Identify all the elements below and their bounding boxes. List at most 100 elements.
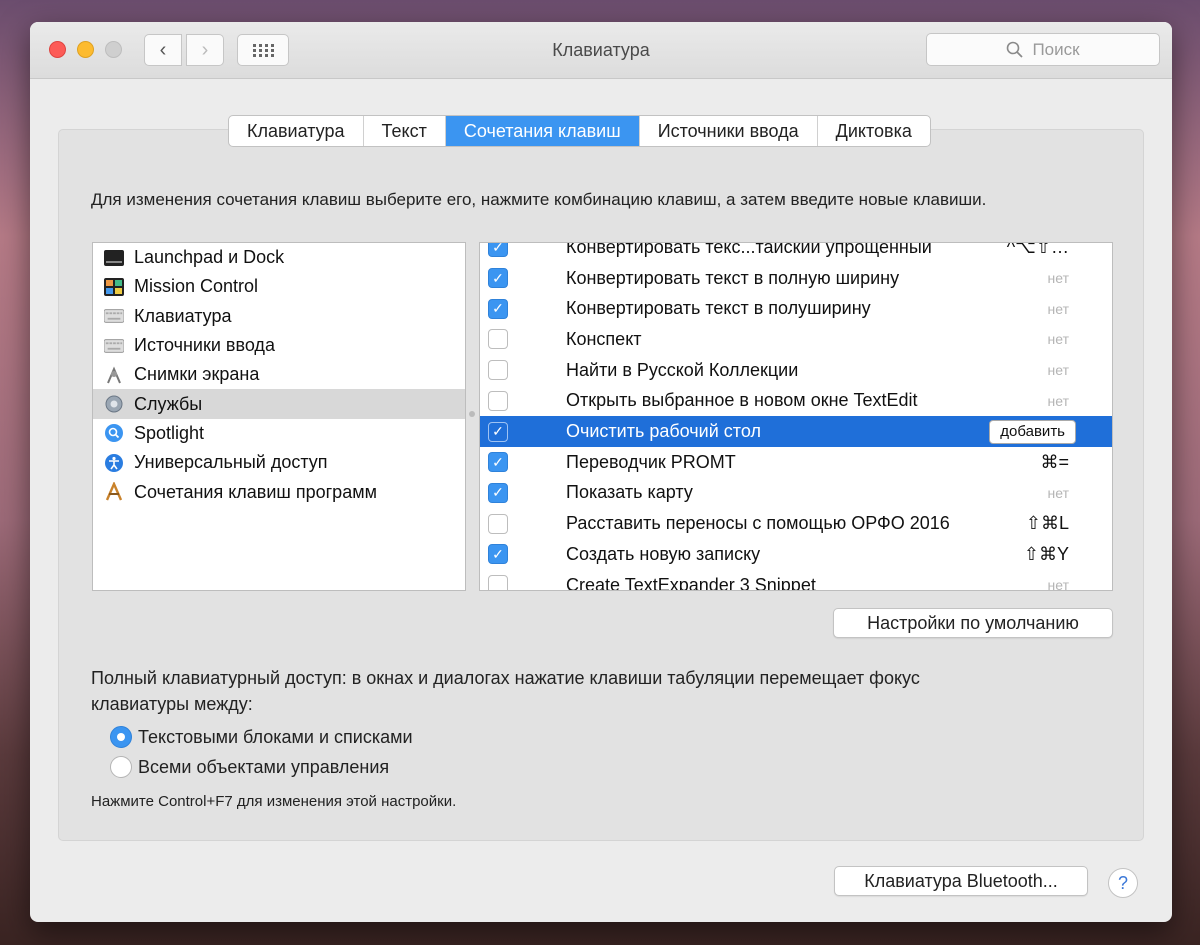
category-item[interactable]: Launchpad и Dock [93,243,465,272]
shortcut-row[interactable]: ✓ Конвертировать текс...таиский упрощенны… [480,242,1112,263]
shortcut-checkbox[interactable] [488,575,508,590]
shortcut-label: Очистить рабочий стол [566,421,761,442]
shortcut-key[interactable]: нет [1048,485,1069,501]
shortcut-list[interactable]: ✓ Конвертировать текс...таиский упрощенны… [479,242,1113,591]
question-icon: ? [1117,872,1128,893]
launchpad-icon [104,248,124,268]
shortcut-checkbox[interactable] [488,390,508,411]
shortcut-label: Конспект [566,328,642,349]
shortcut-key[interactable]: ^⌥⇧… [1007,243,1069,258]
shortcut-checkbox[interactable] [488,360,508,381]
category-label: Сочетания клавиш программ [134,481,377,502]
shortcut-row[interactable]: Расставить переносы с помощью ОРФО 2016 ⇧… [480,508,1112,539]
checkmark-icon: ✓ [492,423,504,440]
add-shortcut-button[interactable]: добавить [989,419,1076,444]
category-item[interactable]: Spotlight [93,419,465,448]
restore-defaults-button[interactable]: Настройки по умолчанию [833,608,1113,638]
shortcut-row[interactable]: ✓ Очистить рабочий стол добавить [480,416,1112,447]
checkmark-icon: ✓ [492,300,504,317]
screenshot-icon [104,365,124,385]
shortcut-checkbox[interactable]: ✓ [488,268,508,289]
shortcut-row[interactable]: Конспект нет [480,324,1112,355]
shortcut-label: Показать карту [566,482,693,503]
category-item[interactable]: Сочетания клавиш программ [93,477,465,506]
keyboard-access-text: Полный клавиатурный доступ: в окнах и ди… [91,668,920,714]
radio-all-controls[interactable] [110,756,132,778]
shortcut-key[interactable]: ⇧⌘Y [1024,544,1069,565]
shortcut-row[interactable]: Create TextExpander 3 Snippet нет [480,570,1112,590]
shortcut-row[interactable]: ✓ Создать новую записку ⇧⌘Y [480,539,1112,570]
checkmark-icon: ✓ [492,453,504,470]
tab-input-sources[interactable]: Источники ввода [640,116,818,146]
category-label: Источники ввода [134,335,275,356]
gear-icon [104,394,124,414]
checkmark-icon: ✓ [492,545,504,562]
instructions-text: Для изменения сочетания клавиш выберите … [91,190,987,209]
category-label: Снимки экрана [134,364,260,385]
shortcut-label: Конвертировать текс...таиский упрощенный [566,242,932,257]
search-field[interactable]: Поиск [926,33,1160,66]
shortcut-label: Конвертировать текст в полуширину [566,298,871,319]
category-item[interactable]: Службы [93,389,465,419]
category-label: Клавиатура [134,305,232,326]
control-f7-note: Нажмите Control+F7 для изменения этой на… [91,793,457,810]
radio-text-boxes-label: Текстовыми блоками и списками [138,727,413,747]
shortcut-checkbox[interactable]: ✓ [488,544,508,565]
accessibility-icon [104,453,124,473]
shortcut-checkbox[interactable]: ✓ [488,452,508,473]
shortcut-checkbox[interactable] [488,513,508,534]
shortcut-row[interactable]: Открыть выбранное в новом окне TextEdit н… [480,386,1112,417]
mission-control-icon [104,277,124,297]
category-label: Mission Control [134,276,259,297]
category-label: Spotlight [134,422,205,443]
shortcut-label: Переводчик PROMT [566,451,736,472]
shortcut-key[interactable]: ⌘= [1040,452,1069,473]
category-item[interactable]: Mission Control [93,272,465,301]
category-item[interactable]: Снимки экрана [93,360,465,389]
shortcut-checkbox[interactable]: ✓ [488,421,508,442]
shortcut-row[interactable]: Найти в Русской Коллекции нет [480,355,1112,386]
shortcut-key[interactable]: ⇧⌘L [1026,513,1069,534]
category-label: Универсальный доступ [134,452,328,473]
shortcut-label: Создать новую записку [566,543,761,564]
shortcut-label: Открыть выбранное в новом окне TextEdit [566,390,918,411]
bluetooth-keyboard-button[interactable]: Клавиатура Bluetooth... [834,866,1088,896]
tab-dictation[interactable]: Диктовка [818,116,930,146]
category-list[interactable]: Launchpad и Dock Mission Control Клавиатур… [92,242,466,591]
shortcut-row[interactable]: ✓ Конвертировать текст в полуширину нет [480,293,1112,324]
app-shortcuts-icon [104,482,124,502]
help-button[interactable]: ? [1108,868,1138,898]
tab-text[interactable]: Текст [364,116,446,146]
tab-bar: Клавиатура Текст Сочетания клавиш Источн… [228,115,931,147]
shortcut-checkbox[interactable]: ✓ [488,242,508,258]
category-item[interactable]: Источники ввода [93,331,465,360]
category-item[interactable]: Клавиатура [93,302,465,331]
checkmark-icon: ✓ [492,242,504,255]
shortcut-label: Найти в Русской Коллекции [566,359,799,380]
shortcut-checkbox[interactable] [488,329,508,350]
shortcut-key[interactable]: нет [1048,270,1069,286]
shortcut-checkbox[interactable]: ✓ [488,298,508,319]
shortcut-row[interactable]: ✓ Переводчик PROMT ⌘= [480,447,1112,478]
shortcut-key[interactable]: нет [1048,301,1069,317]
radio-text-boxes[interactable] [110,726,132,748]
split-handle[interactable] [469,411,475,417]
shortcut-checkbox[interactable]: ✓ [488,482,508,503]
preferences-window: ‹ › Клавиатура Поиск Клавиатура Текст Со… [30,22,1172,922]
shortcut-row[interactable]: ✓ Конвертировать текст в полную ширину нет [480,263,1112,294]
title-bar: ‹ › Клавиатура Поиск [30,22,1172,79]
tab-keyboard[interactable]: Клавиатура [229,116,364,146]
category-label: Службы [134,393,203,414]
shortcut-label: Расставить переносы с помощью ОРФО 2016 [566,513,950,534]
shortcut-key[interactable]: нет [1048,362,1069,378]
category-item[interactable]: Универсальный доступ [93,448,465,477]
shortcut-label: Конвертировать текст в полную ширину [566,267,900,288]
shortcut-key[interactable]: нет [1048,393,1069,409]
shortcut-row[interactable]: ✓ Показать карту нет [480,478,1112,509]
shortcut-key[interactable]: нет [1048,331,1069,347]
spotlight-icon [104,423,124,443]
checkmark-icon: ✓ [492,269,504,286]
shortcut-key[interactable]: нет [1048,577,1069,590]
tab-shortcuts[interactable]: Сочетания клавиш [445,116,640,146]
keyboard-icon [104,306,124,326]
